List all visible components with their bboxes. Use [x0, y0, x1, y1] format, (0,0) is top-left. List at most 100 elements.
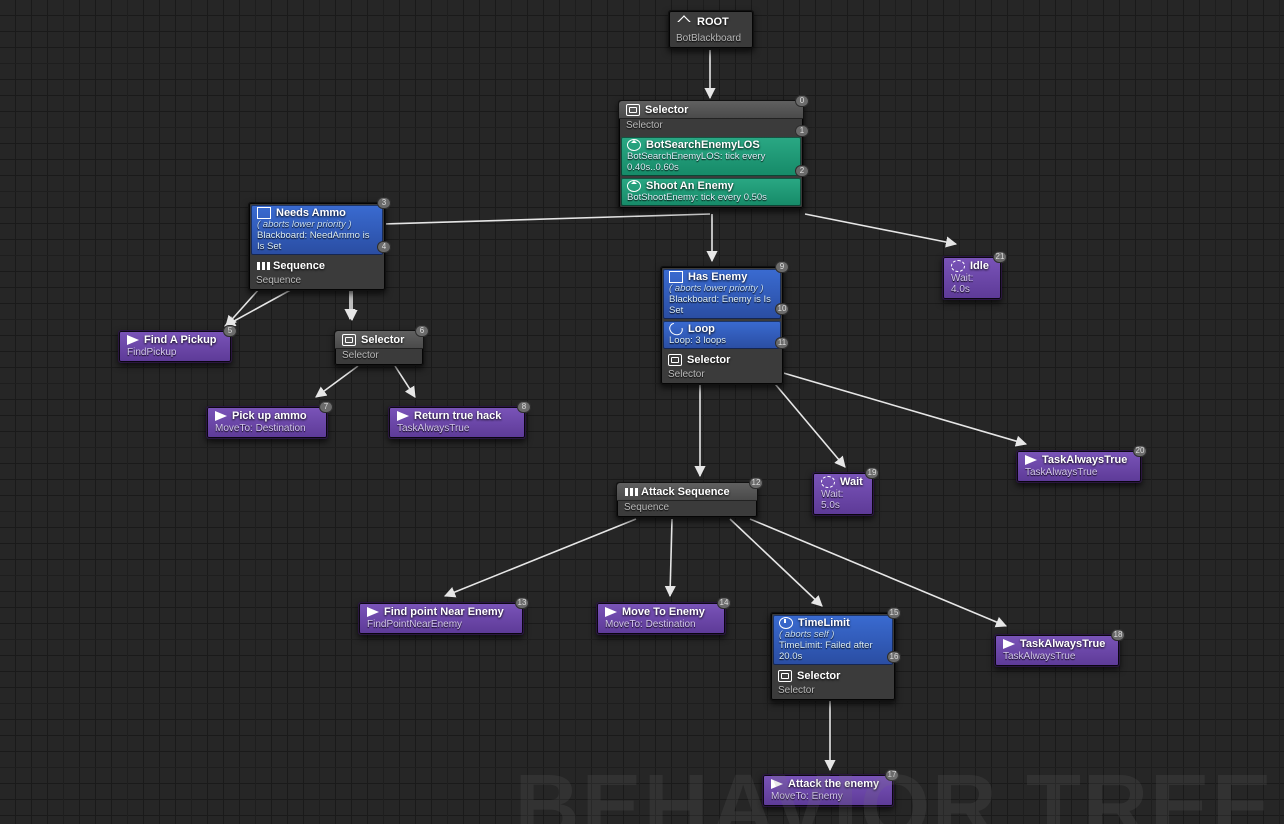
decorator-title: Loop	[688, 323, 715, 335]
attack-the-enemy-task[interactable]: 17 Attack the enemy MoveTo: Enemy	[762, 774, 894, 807]
node-sub: Selector	[771, 684, 895, 700]
index-badge: 17	[885, 769, 899, 781]
selector-icon	[778, 670, 792, 682]
task-icon	[771, 779, 783, 789]
service-shoot-enemy[interactable]: Shoot An Enemy BotShootEnemy: tick every…	[621, 178, 801, 206]
task-title: Find point Near Enemy	[384, 606, 504, 618]
idle-task[interactable]: 21 Idle Wait: 4.0s	[942, 256, 1002, 300]
root-node[interactable]: ROOT BotBlackboard	[668, 10, 754, 49]
task-sub: Wait: 5.0s	[813, 489, 873, 515]
index-badge: 6	[415, 325, 429, 337]
index-badge: 7	[319, 401, 333, 413]
move-to-enemy-task[interactable]: 14 Move To Enemy MoveTo: Destination	[596, 602, 726, 635]
wait-task[interactable]: 19 Wait Wait: 5.0s	[812, 472, 874, 516]
index-badge: 18	[1111, 629, 1125, 641]
selector-root[interactable]: 0 Selector Selector 1 BotSearchEnemyLOS …	[618, 100, 804, 209]
index-badge: 13	[515, 597, 529, 609]
node-title: Selector	[797, 670, 840, 682]
timer-icon	[779, 617, 793, 629]
index-badge: 10	[775, 303, 789, 315]
index-badge: 15	[887, 607, 901, 619]
wait-icon	[821, 476, 835, 488]
pick-up-ammo-task[interactable]: 7 Pick up ammo MoveTo: Destination	[206, 406, 328, 439]
service-icon	[627, 180, 641, 192]
index-badge: 2	[795, 165, 809, 177]
index-badge: 5	[223, 325, 237, 337]
index-badge: 20	[1133, 445, 1147, 457]
needs-ammo-node[interactable]: 3 Needs Ammo ( aborts lower priority ) B…	[248, 202, 386, 291]
task-title: Attack the enemy	[788, 778, 879, 790]
sequence-icon	[256, 262, 268, 270]
task-sub: MoveTo: Destination	[207, 423, 327, 438]
blackboard-icon	[257, 207, 271, 219]
time-limit-node[interactable]: 15 TimeLimit ( aborts self ) TimeLimit: …	[770, 612, 896, 701]
index-badge: 1	[795, 125, 809, 137]
task-icon	[1025, 455, 1037, 465]
decorator-title: Needs Ammo	[276, 207, 346, 219]
wait-icon	[951, 260, 965, 272]
task-sub: MoveTo: Enemy	[763, 791, 893, 806]
selector-ammo[interactable]: 6 Selector Selector	[334, 330, 424, 366]
decorator-has-enemy[interactable]: Has Enemy ( aborts lower priority ) Blac…	[663, 269, 781, 319]
node-title: Selector	[687, 354, 730, 366]
task-icon	[397, 411, 409, 421]
node-title: Selector	[645, 104, 688, 116]
root-title: ROOT	[697, 16, 729, 28]
index-badge: 14	[717, 597, 731, 609]
decorator-sub: Loop: 3 loops	[669, 335, 775, 346]
service-icon	[627, 139, 641, 151]
task-always-true-2[interactable]: 18 TaskAlwaysTrue TaskAlwaysTrue	[994, 634, 1120, 667]
task-title: Wait	[840, 476, 863, 488]
attack-sequence-node[interactable]: 12 Attack Sequence Sequence	[616, 482, 758, 518]
decorator-time-limit[interactable]: TimeLimit ( aborts self ) TimeLimit: Fai…	[773, 615, 893, 665]
index-badge: 11	[775, 337, 789, 349]
task-sub: TaskAlwaysTrue	[995, 651, 1119, 666]
task-sub: Wait: 4.0s	[943, 273, 1001, 299]
return-true-hack-task[interactable]: 8 Return true hack TaskAlwaysTrue	[388, 406, 526, 439]
decorator-sub: TimeLimit: Failed after 20.0s	[779, 640, 887, 662]
index-badge: 19	[865, 467, 879, 479]
index-badge: 3	[377, 197, 391, 209]
root-icon	[677, 15, 691, 29]
task-title: TaskAlwaysTrue	[1020, 638, 1105, 650]
task-sub: TaskAlwaysTrue	[389, 423, 525, 438]
node-sub: Selector	[661, 368, 783, 384]
service-sub: BotShootEnemy: tick every 0.50s	[627, 192, 795, 203]
task-title: Move To Enemy	[622, 606, 705, 618]
decorator-needs-ammo[interactable]: Needs Ammo ( aborts lower priority ) Bla…	[251, 205, 383, 255]
service-title: BotSearchEnemyLOS	[646, 139, 760, 151]
node-title: Sequence	[273, 260, 325, 272]
service-sub: BotSearchEnemyLOS: tick every 0.40s..0.6…	[627, 151, 795, 173]
task-title: Idle	[970, 260, 989, 272]
task-sub: TaskAlwaysTrue	[1017, 467, 1141, 482]
task-title: TaskAlwaysTrue	[1042, 454, 1127, 466]
decorator-loop[interactable]: Loop Loop: 3 loops	[663, 321, 781, 349]
blackboard-icon	[669, 271, 683, 283]
index-badge: 9	[775, 261, 789, 273]
task-icon	[605, 607, 617, 617]
task-sub: MoveTo: Destination	[597, 619, 725, 634]
index-badge: 21	[993, 251, 1007, 263]
has-enemy-node[interactable]: 9 Has Enemy ( aborts lower priority ) Bl…	[660, 266, 784, 385]
node-sub: Selector	[619, 119, 803, 135]
task-title: Return true hack	[414, 410, 501, 422]
task-icon	[127, 335, 139, 345]
selector-icon	[626, 104, 640, 116]
task-sub: FindPointNearEnemy	[359, 619, 523, 634]
decorator-title: TimeLimit	[798, 617, 850, 629]
index-badge: 12	[749, 477, 763, 489]
decorator-title: Has Enemy	[688, 271, 747, 283]
decorator-abort: ( aborts lower priority )	[257, 219, 377, 230]
selector-icon	[668, 354, 682, 366]
node-sub: Sequence	[249, 274, 385, 290]
task-always-true-1[interactable]: 20 TaskAlwaysTrue TaskAlwaysTrue	[1016, 450, 1142, 483]
index-badge: 8	[517, 401, 531, 413]
node-title: Selector	[361, 334, 404, 346]
sequence-icon	[624, 488, 636, 496]
node-sub: Selector	[335, 349, 423, 365]
task-title: Pick up ammo	[232, 410, 307, 422]
decorator-sub: Blackboard: Enemy is Is Set	[669, 294, 775, 316]
service-search-los[interactable]: BotSearchEnemyLOS BotSearchEnemyLOS: tic…	[621, 137, 801, 176]
find-point-near-enemy-task[interactable]: 13 Find point Near Enemy FindPointNearEn…	[358, 602, 524, 635]
find-pickup-task[interactable]: 5 Find A Pickup FindPickup	[118, 330, 232, 363]
